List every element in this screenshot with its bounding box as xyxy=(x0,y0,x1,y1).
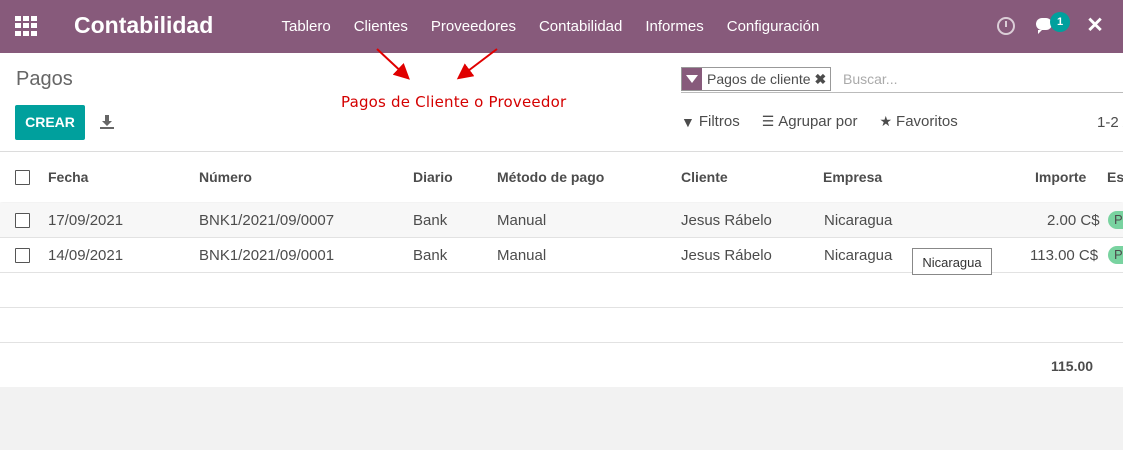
facet-remove-icon[interactable]: ✖ xyxy=(815,71,831,88)
column-cliente[interactable]: Cliente xyxy=(681,169,728,185)
row-checkbox[interactable] xyxy=(15,213,30,228)
filters-label: Filtros xyxy=(698,113,740,130)
favorites-label: Favoritos xyxy=(896,113,958,130)
close-icon[interactable]: ✕ xyxy=(1086,15,1104,36)
annotation-text: Pagos de Cliente o Proveedor xyxy=(341,93,567,111)
groupby-label: Agrupar por xyxy=(778,113,858,130)
cell-diario: Bank xyxy=(413,247,448,264)
select-all-checkbox[interactable] xyxy=(15,170,30,185)
tooltip: Nicaragua xyxy=(912,248,992,275)
download-icon[interactable] xyxy=(99,114,115,130)
column-importe[interactable]: Importe xyxy=(1035,169,1086,185)
search-facet[interactable]: Pagos de cliente ✖ xyxy=(681,67,832,91)
cell-cliente: Jesus Rábelo xyxy=(681,247,772,264)
main-menu: Tablero Clientes Proveedores Contabilida… xyxy=(270,0,831,53)
empty-row xyxy=(0,273,1123,308)
column-numero[interactable]: Número xyxy=(199,169,252,185)
app-title[interactable]: Contabilidad xyxy=(74,12,213,39)
status-badge: Publicado xyxy=(1108,211,1123,229)
pager-value[interactable]: 1-2 / 2 xyxy=(1097,114,1123,131)
apps-grid-icon[interactable] xyxy=(15,16,37,36)
create-button[interactable]: CREAR xyxy=(15,105,85,140)
table-header: Fecha Número Diario Método de pago Clien… xyxy=(0,152,1123,202)
search-options: ▼ Filtros ☰ Agrupar por ★ Favoritos xyxy=(681,113,980,130)
groupby-button[interactable]: ☰ Agrupar por xyxy=(762,113,858,130)
list-icon: ☰ xyxy=(761,113,775,129)
menu-item-configuracion[interactable]: Configuración xyxy=(715,18,831,35)
cell-importe: 113.00 C$ xyxy=(1030,247,1099,264)
search-input[interactable] xyxy=(841,68,1115,90)
filters-button[interactable]: ▼ Filtros xyxy=(681,113,740,130)
column-metodo-pago[interactable]: Método de pago xyxy=(497,169,604,185)
total-amount: 115.00 xyxy=(1051,358,1094,374)
cell-cliente: Jesus Rábelo xyxy=(681,212,772,229)
cell-numero: BNK1/2021/09/0001 xyxy=(199,247,335,264)
cell-empresa: Nicaragua xyxy=(824,212,893,229)
funnel-icon: ▼ xyxy=(681,113,695,130)
control-panel: Pagos CREAR Pagos de Cliente o Proveedor… xyxy=(0,48,1123,152)
table-row[interactable]: 17/09/2021 BNK1/2021/09/0007 Bank Manual… xyxy=(0,203,1123,238)
column-diario[interactable]: Diario xyxy=(413,169,453,185)
star-icon: ★ xyxy=(879,113,893,129)
top-navbar: Contabilidad Tablero Clientes Proveedore… xyxy=(0,0,1123,53)
cell-fecha: 17/09/2021 xyxy=(48,212,124,229)
cell-importe: 2.00 C$ xyxy=(1047,212,1100,229)
chat-count-badge: 1 xyxy=(1050,12,1070,32)
menu-item-contabilidad[interactable]: Contabilidad xyxy=(527,18,633,35)
cell-metodo: Manual xyxy=(497,212,547,229)
page-title: Pagos xyxy=(16,68,73,90)
menu-item-clientes[interactable]: Clientes xyxy=(342,18,419,35)
cell-empresa: Nicaragua xyxy=(824,247,893,264)
status-badge: Publicado xyxy=(1108,246,1123,264)
menu-item-tablero[interactable]: Tablero xyxy=(270,18,342,35)
search-box: Pagos de cliente ✖ xyxy=(681,66,1123,93)
column-empresa[interactable]: Empresa xyxy=(823,169,882,185)
row-checkbox[interactable] xyxy=(15,248,30,263)
cell-numero: BNK1/2021/09/0007 xyxy=(199,212,335,229)
favorites-button[interactable]: ★ Favoritos xyxy=(879,113,957,130)
column-fecha[interactable]: Fecha xyxy=(48,169,88,185)
column-estado[interactable]: Estado xyxy=(1107,169,1123,185)
facet-label: Pagos de cliente xyxy=(707,71,811,87)
menu-item-informes[interactable]: Informes xyxy=(634,18,715,35)
empty-row xyxy=(0,308,1123,343)
cell-metodo: Manual xyxy=(497,247,547,264)
filter-funnel-icon xyxy=(682,68,702,90)
activity-clock-icon[interactable] xyxy=(997,17,1015,35)
cell-diario: Bank xyxy=(413,212,448,229)
cell-fecha: 14/09/2021 xyxy=(48,247,124,264)
menu-item-proveedores[interactable]: Proveedores xyxy=(419,18,527,35)
